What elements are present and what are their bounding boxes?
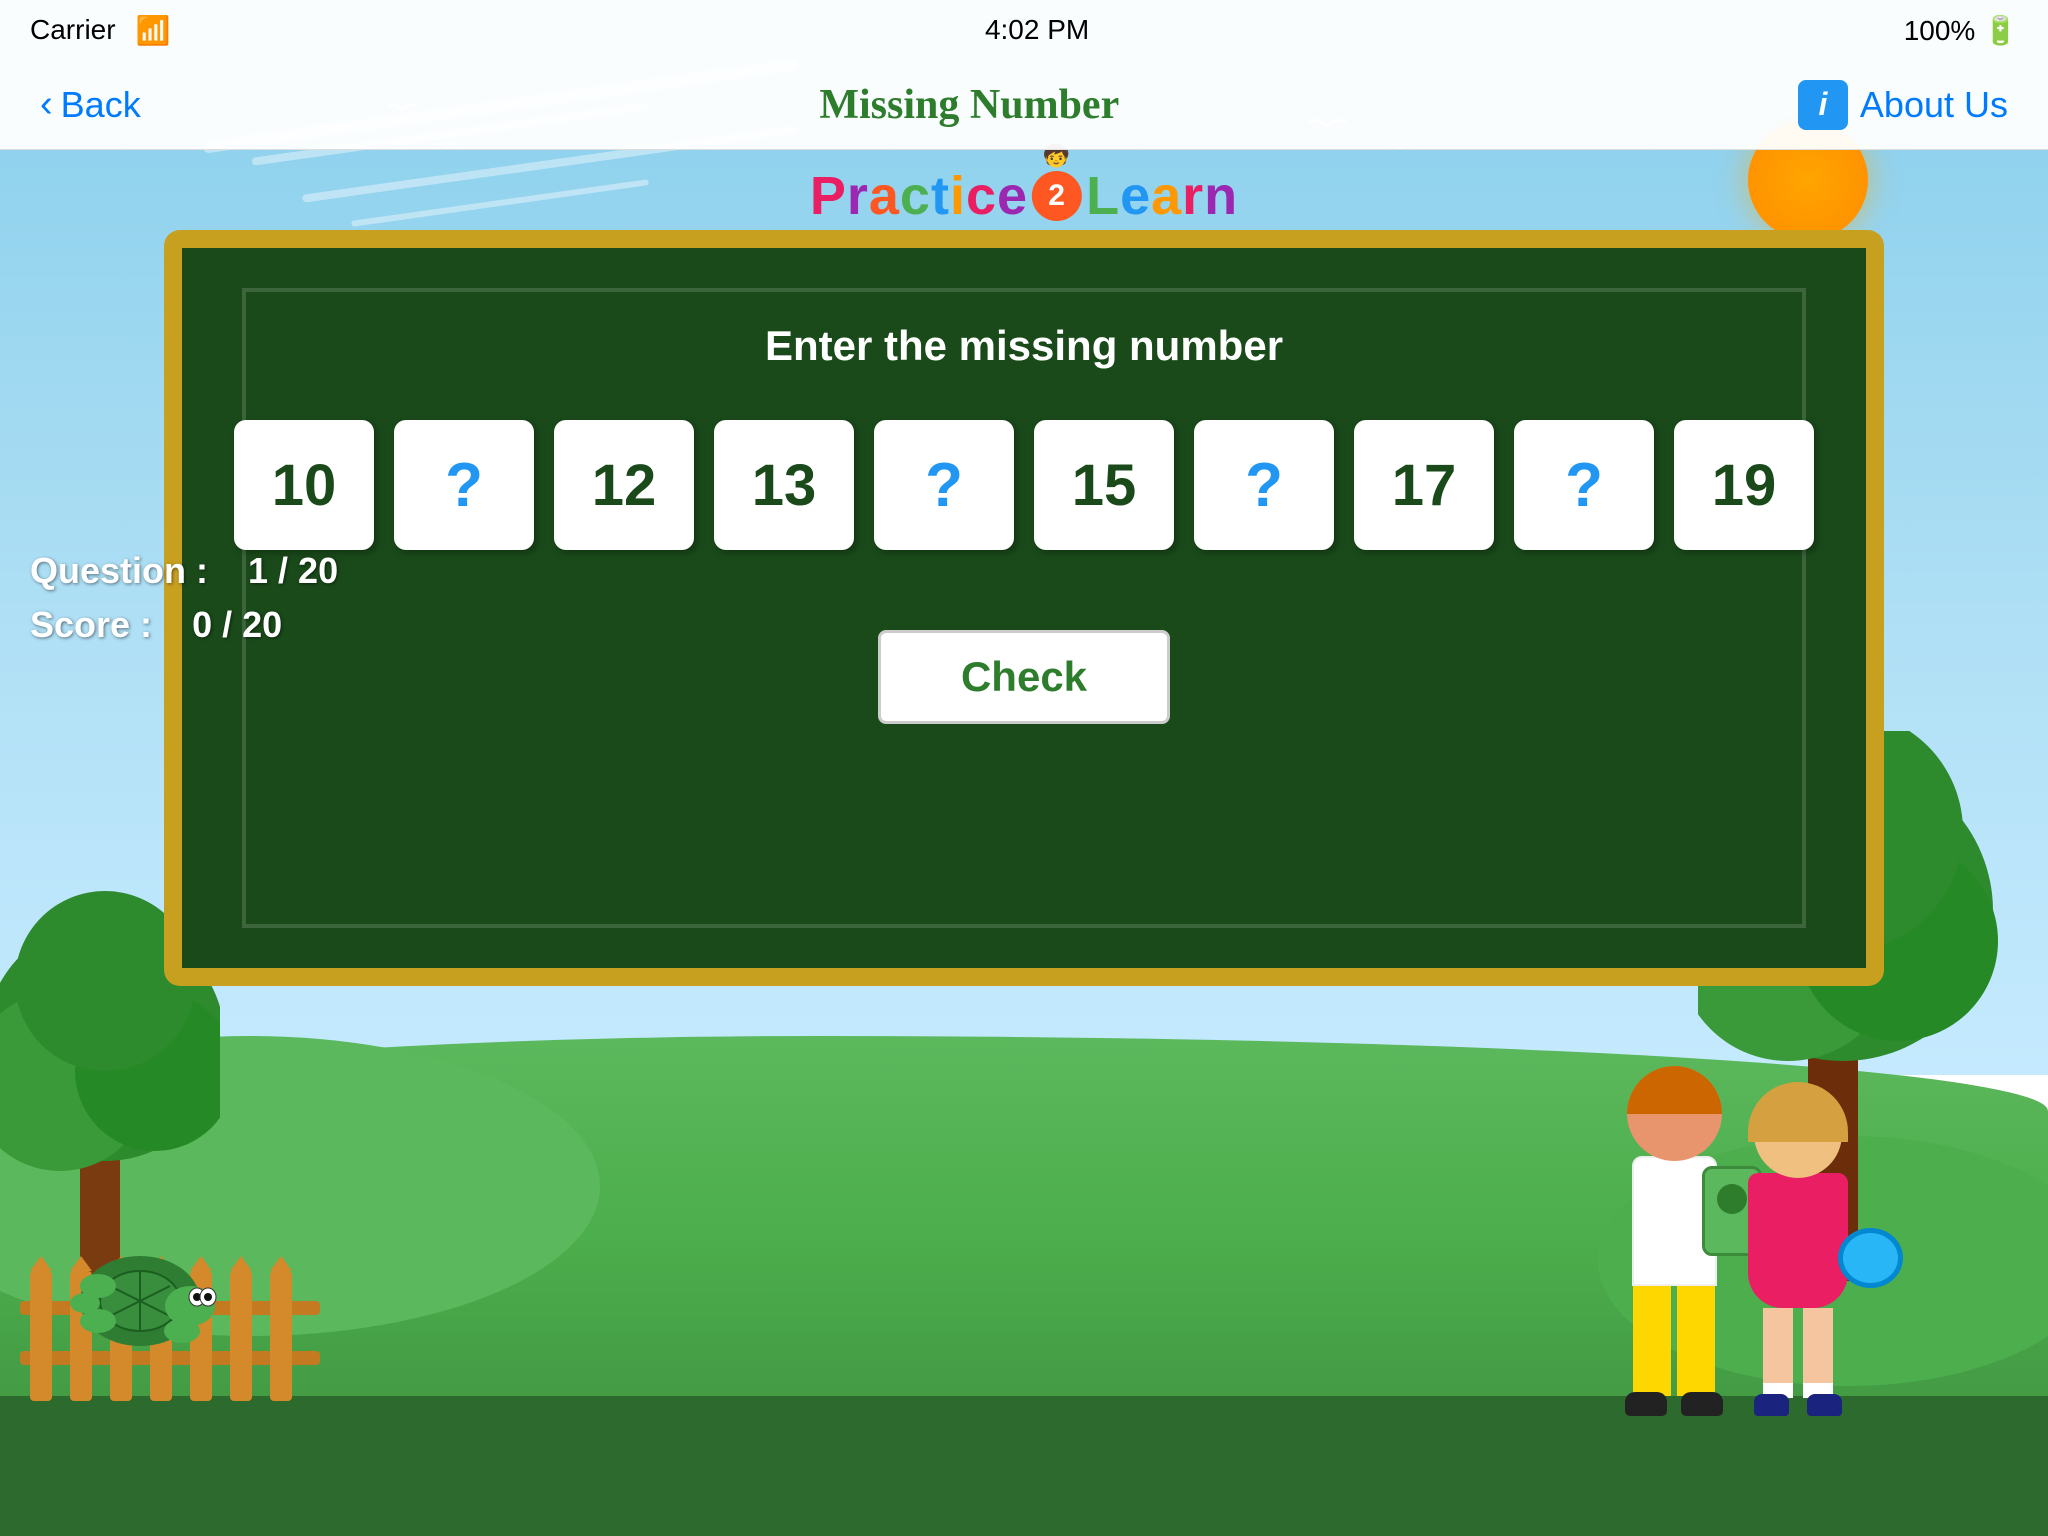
question-value: 1 / 20 (248, 550, 338, 591)
carrier-text: Carrier (30, 14, 116, 46)
boy-body-group (1632, 1161, 1717, 1286)
wifi-icon: 📶 (136, 14, 171, 47)
back-button[interactable]: ‹ Back (40, 83, 141, 126)
boy-hair (1627, 1066, 1722, 1114)
boy-shoe-right (1681, 1392, 1723, 1416)
children-group (1625, 1066, 1848, 1416)
tile-3: 13 (714, 420, 854, 550)
girl-bag (1838, 1228, 1903, 1288)
score-value: 0 / 20 (192, 604, 282, 645)
logo-e: e (997, 165, 1028, 227)
boy-leg-left (1633, 1286, 1671, 1396)
logo-r: r (847, 165, 869, 227)
back-label: Back (61, 84, 141, 126)
question-label: Question : (30, 550, 208, 591)
girl-character (1748, 1090, 1848, 1416)
about-us-button[interactable]: i About Us (1798, 80, 2008, 130)
nav-bar: ‹ Back Missing Number i About Us (0, 60, 2048, 150)
girl-leg-left (1763, 1308, 1793, 1398)
battery-icon: 🔋 (1983, 15, 2018, 46)
tile-0: 10 (234, 420, 374, 550)
girl-shoes (1754, 1394, 1842, 1416)
turtle-character (60, 1231, 220, 1366)
logo-e2: e (1120, 165, 1151, 227)
tile-5: 15 (1034, 420, 1174, 550)
info-icon-label: i (1818, 86, 1827, 123)
tile-1-missing[interactable]: ? (394, 420, 534, 550)
boy-head (1627, 1066, 1722, 1161)
logo-a2: a (1151, 165, 1182, 227)
girl-leg-right (1803, 1308, 1833, 1398)
boy-shoe-left (1625, 1392, 1667, 1416)
girl-head (1754, 1090, 1842, 1178)
info-icon: i (1798, 80, 1848, 130)
logo-n: n (1204, 165, 1238, 227)
logo-t: t (931, 165, 950, 227)
girl-dress (1748, 1173, 1848, 1308)
tile-6-missing[interactable]: ? (1194, 420, 1334, 550)
tile-8-missing[interactable]: ? (1514, 420, 1654, 550)
logo-l: L (1086, 165, 1120, 227)
boy-shoes (1625, 1392, 1723, 1416)
logo-c2: c (966, 165, 997, 227)
logo-2-badge: 🧒 2 (1032, 171, 1082, 221)
time-display: 4:02 PM (985, 14, 1089, 46)
chalkboard: Enter the missing number 10 ? 12 13 ? 15… (164, 230, 1884, 986)
instruction-text: Enter the missing number (765, 322, 1283, 370)
tile-2: 12 (554, 420, 694, 550)
status-left: Carrier 📶 (30, 14, 170, 47)
logo-a: a (869, 165, 900, 227)
back-chevron-icon: ‹ (40, 83, 53, 126)
girl-shoe-right (1807, 1394, 1842, 1416)
tile-4-missing[interactable]: ? (874, 420, 1014, 550)
score-label: Score : (30, 604, 152, 645)
nav-title: Missing Number (819, 81, 1119, 129)
score-panel: Question : 1 / 20 Score : 0 / 20 (30, 550, 338, 646)
girl-legs (1763, 1308, 1833, 1398)
boy-leg-right (1677, 1286, 1715, 1396)
girl-hair (1748, 1082, 1848, 1142)
score-display: Score : 0 / 20 (30, 604, 338, 646)
app-logo: P r a c t i c e 🧒 2 L e a r n (810, 165, 1238, 227)
number-tiles-row: 10 ? 12 13 ? 15 ? 17 ? 19 (234, 420, 1814, 550)
tile-9: 19 (1674, 420, 1814, 550)
about-us-label: About Us (1860, 84, 2008, 126)
ground-strip (0, 1396, 2048, 1536)
check-button[interactable]: Check (878, 630, 1170, 724)
girl-shoe-left (1754, 1394, 1789, 1416)
boy-legs (1633, 1286, 1715, 1396)
battery-text: 100% (1904, 15, 1976, 46)
battery-display: 100% 🔋 (1904, 14, 2018, 47)
logo-i: i (950, 165, 966, 227)
logo-r2: r (1182, 165, 1204, 227)
boy-character (1625, 1066, 1723, 1416)
question-display: Question : 1 / 20 (30, 550, 338, 592)
logo-p: P (810, 165, 847, 227)
chalkboard-inner: Enter the missing number 10 ? 12 13 ? 15… (242, 288, 1806, 928)
status-bar: Carrier 📶 4:02 PM 100% 🔋 (0, 0, 2048, 60)
tile-7: 17 (1354, 420, 1494, 550)
logo-c: c (900, 165, 931, 227)
backpack-circle (1717, 1184, 1747, 1214)
